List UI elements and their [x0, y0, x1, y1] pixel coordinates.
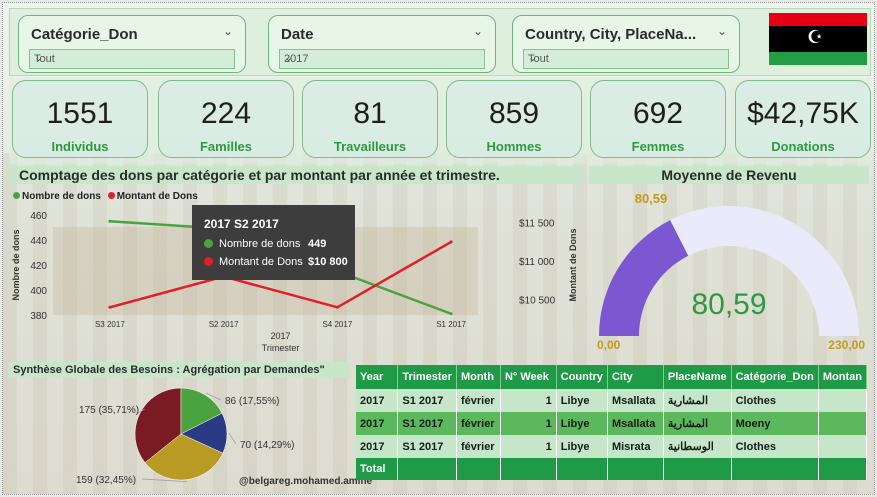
col-montant[interactable]: Montan: [818, 365, 868, 389]
pie-data-label: 175 (35,71%): [79, 405, 139, 416]
gauge-max-label: 230,00: [828, 338, 865, 352]
slicer-date-dropdown[interactable]: 2017 ⌄: [279, 49, 485, 69]
kpi-card-hommes: 859 Hommes: [446, 80, 582, 158]
slicer-location-dropdown[interactable]: Tout ⌄: [523, 49, 729, 69]
col-city[interactable]: City: [607, 365, 664, 389]
slicer-location[interactable]: Country, City, PlaceNa... ⌄ Tout ⌄: [512, 15, 740, 73]
x-tick-label: S2 2017: [209, 320, 239, 329]
chevron-down-icon[interactable]: ⌄: [528, 51, 720, 64]
pie-data-label: 86 (17,55%): [225, 396, 279, 407]
col-week[interactable]: N° Week: [500, 365, 557, 389]
tooltip-title: 2017 S2 2017: [204, 217, 279, 231]
libya-flag: ☪: [769, 13, 867, 65]
data-point-montant-de-dons: [335, 305, 339, 309]
table-row[interactable]: 2017 S1 2017 février 1 Libye Msallata ال…: [356, 412, 868, 435]
pie-data-label: 159 (32,45%): [76, 475, 136, 486]
y-left-tick-label: 440: [30, 236, 47, 247]
slicer-date-title: Date: [281, 26, 314, 43]
pie-title: Synthèse Globale des Besoins : Agrégatio…: [9, 362, 349, 378]
y-left-tick-label: 380: [30, 311, 47, 322]
combo-chart-title: Comptage des dons par catégorie et par m…: [9, 166, 584, 184]
kpi-card-femmes: 692 Femmes: [590, 80, 726, 158]
y-left-tick-label: 400: [30, 286, 47, 297]
y-left-tick-label: 420: [30, 261, 47, 272]
chevron-down-icon[interactable]: ⌄: [284, 51, 476, 64]
table-row[interactable]: 2017 S1 2017 février 1 Libye Misrata الو…: [356, 435, 868, 458]
x-tick-label: S4 2017: [322, 320, 352, 329]
y-right-axis-label: Montant de Dons: [568, 229, 578, 302]
table-total-row: Total: [356, 458, 868, 480]
kpi-card-travailleurs: 81 Travailleurs: [302, 80, 438, 158]
col-categorie[interactable]: Catégorie_Don: [731, 365, 819, 389]
col-trimester[interactable]: Trimester: [397, 365, 457, 389]
kpi-value: 692: [632, 97, 684, 130]
chevron-down-icon[interactable]: ⌄: [473, 24, 483, 38]
slicer-bar: Catégorie_Don ⌄ Tout ⌄ Date ⌄ 2017 ⌄ Cou…: [9, 8, 871, 76]
slicer-category-title: Catégorie_Don: [31, 26, 138, 43]
y-left-axis-label: Nombre de dons: [11, 229, 21, 300]
slicer-date[interactable]: Date ⌄ 2017 ⌄: [268, 15, 496, 73]
col-month[interactable]: Month: [456, 365, 501, 389]
kpi-value: 859: [488, 97, 540, 130]
kpi-label: Femmes: [631, 139, 685, 154]
kpi-bar: 1551 Individus 224 Familles 81 Travaille…: [9, 78, 871, 164]
y-left-tick-label: 460: [30, 211, 47, 222]
kpi-label: Familles: [199, 139, 253, 154]
slicer-location-title: Country, City, PlaceNa...: [525, 26, 697, 43]
donations-table[interactable]: Year Trimester Month N° Week Country Cit…: [356, 365, 868, 490]
chart-tooltip: 2017 S2 2017 Nombre de dons 449 Montant …: [192, 205, 355, 280]
chevron-down-icon[interactable]: ⌄: [223, 24, 233, 38]
data-point-nombre-de-dons: [449, 312, 453, 316]
col-country[interactable]: Country: [556, 365, 608, 389]
col-placename[interactable]: PlaceName: [663, 365, 732, 389]
x-axis-label: Trimester: [262, 343, 300, 353]
table-header-row: Year Trimester Month N° Week Country Cit…: [356, 365, 868, 389]
slicer-category-dropdown[interactable]: Tout ⌄: [29, 49, 235, 69]
slicer-category[interactable]: Catégorie_Don ⌄ Tout ⌄: [18, 15, 246, 73]
kpi-label: Hommes: [486, 139, 542, 154]
gauge-min-label: 0,00: [597, 338, 621, 352]
kpi-card-individus: 1551 Individus: [12, 80, 148, 158]
tooltip-row-amount: Montant de Dons $10 800: [204, 256, 349, 268]
chevron-down-icon[interactable]: ⌄: [717, 24, 727, 38]
kpi-card-familles: 224 Familles: [158, 80, 294, 158]
crescent-star-icon: ☪: [807, 27, 824, 47]
dashboard: Catégorie_Don ⌄ Tout ⌄ Date ⌄ 2017 ⌄ Cou…: [2, 2, 875, 495]
col-year[interactable]: Year: [356, 365, 399, 389]
gauge-value: 80,59: [691, 288, 766, 321]
watermark: @belgareg.mohamed.amine: [239, 476, 373, 487]
pie-leader-line: [228, 432, 237, 445]
data-point-montant-de-dons: [108, 305, 112, 309]
y-right-tick-label: $11 000: [519, 257, 555, 268]
gauge-target-label: 80,59: [635, 191, 668, 206]
data-point-nombre-de-dons: [108, 219, 112, 223]
y-right-tick-label: $11 500: [519, 219, 555, 230]
kpi-value: 1551: [46, 97, 114, 130]
kpi-label: Donations: [771, 139, 835, 154]
kpi-label: Individus: [51, 139, 109, 154]
kpi-card-donations: $42,75K Donations: [735, 80, 871, 158]
table-row[interactable]: 2017 S1 2017 février 1 Libye Msallata ال…: [356, 389, 868, 412]
gauge-fill: [599, 220, 689, 336]
gauge-chart[interactable]: 80,59 80,59 0,00 230,00: [589, 186, 869, 361]
x-axis-label-year: 2017: [270, 331, 290, 341]
gauge-title: Moyenne de Revenu: [589, 166, 869, 184]
y-right-tick-label: $10 500: [519, 296, 556, 307]
chevron-down-icon[interactable]: ⌄: [34, 51, 226, 64]
kpi-value: 81: [353, 97, 387, 130]
kpi-value: 224: [200, 97, 252, 130]
pie-data-label: 70 (14,29%): [240, 440, 294, 451]
data-point-montant-de-dons: [449, 240, 453, 244]
tooltip-row-count: Nombre de dons 449: [204, 238, 349, 250]
kpi-value: $42,75K: [747, 97, 859, 130]
x-tick-label: S1 2017: [436, 320, 466, 329]
x-tick-label: S3 2017: [95, 320, 125, 329]
kpi-label: Travailleurs: [333, 139, 407, 154]
